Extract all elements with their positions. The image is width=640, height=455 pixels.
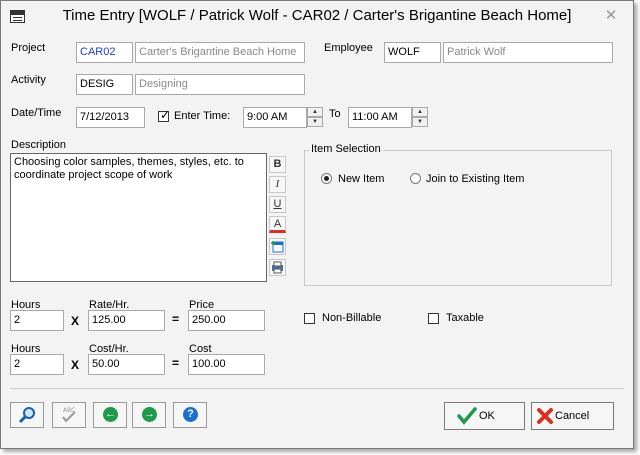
date-field[interactable]: 7/12/2013	[76, 107, 145, 128]
cost-hr-field[interactable]: 50.00	[88, 354, 165, 375]
join-existing-radio[interactable]	[410, 173, 421, 184]
end-time-spinner[interactable]: ▲ ▼	[412, 107, 428, 128]
taxable-checkbox[interactable]	[428, 313, 439, 324]
join-existing-label: Join to Existing Item	[426, 173, 525, 185]
next-button[interactable]: →	[132, 402, 166, 428]
start-time-spinner[interactable]: ▲ ▼	[307, 107, 323, 128]
time-entry-window: Time Entry [WOLF / Patrick Wolf - CAR02 …	[0, 0, 634, 449]
project-code-field[interactable]: CAR02	[76, 42, 133, 63]
new-item-label: New Item	[338, 173, 385, 185]
calendar-add-icon	[271, 241, 284, 253]
taxable-label: Taxable	[446, 312, 484, 324]
previous-button[interactable]: ←	[93, 402, 127, 428]
employee-label: Employee	[324, 42, 373, 54]
activity-label: Activity	[11, 74, 46, 86]
cost-hours-field[interactable]: 2	[10, 354, 64, 375]
enter-time-label: Enter Time:	[174, 110, 231, 122]
italic-button[interactable]: I	[269, 176, 286, 193]
spell-check-icon: ABC	[62, 407, 76, 423]
spin-down-icon[interactable]: ▼	[307, 117, 323, 127]
spin-down-icon[interactable]: ▼	[412, 117, 428, 127]
description-label: Description	[11, 139, 67, 151]
new-item-radio[interactable]	[321, 173, 332, 184]
employee-code-field[interactable]: WOLF	[384, 42, 441, 63]
datetime-label: Date/Time	[11, 107, 62, 119]
equals-sign: =	[172, 356, 180, 370]
insert-date-button[interactable]	[269, 238, 286, 255]
arrow-right-icon: →	[142, 407, 157, 422]
to-label: To	[329, 108, 341, 120]
magnifier-icon	[18, 407, 35, 424]
hours-field[interactable]: 2	[10, 310, 64, 331]
help-button[interactable]: ?	[173, 402, 207, 428]
item-selection-label: Item Selection	[309, 143, 383, 155]
footer-separator	[10, 388, 624, 389]
ok-label: OK	[479, 410, 495, 422]
multiply-sign: X	[71, 314, 80, 328]
description-textarea[interactable]: Choosing color samples, themes, styles, …	[10, 153, 267, 282]
rate-field[interactable]: 125.00	[88, 310, 165, 331]
arrow-left-icon: ←	[103, 407, 118, 422]
help-icon: ?	[183, 407, 198, 422]
project-label: Project	[11, 42, 46, 54]
font-color-button[interactable]: A	[269, 216, 286, 233]
activity-name-field: Designing	[135, 74, 305, 95]
checkmark-icon: ✓	[160, 108, 171, 122]
checkmark-icon	[457, 407, 477, 425]
bold-button[interactable]: B	[269, 156, 286, 173]
spin-up-icon[interactable]: ▲	[307, 107, 323, 117]
multiply-sign: X	[71, 358, 80, 372]
non-billable-label: Non-Billable	[322, 312, 382, 324]
spin-up-icon[interactable]: ▲	[412, 107, 428, 117]
cancel-x-icon	[537, 408, 553, 424]
non-billable-checkbox[interactable]	[304, 313, 315, 324]
employee-name-field: Patrick Wolf	[443, 42, 613, 63]
ok-button[interactable]: OK	[444, 402, 525, 430]
lookup-button[interactable]	[10, 402, 44, 428]
spell-check-button[interactable]: ABC	[52, 402, 86, 428]
title-bar: Time Entry [WOLF / Patrick Wolf - CAR02 …	[1, 1, 633, 34]
cost-field[interactable]: 100.00	[188, 354, 265, 375]
project-name-field: Carter's Brigantine Beach Home	[135, 42, 305, 63]
price-field[interactable]: 250.00	[188, 310, 265, 331]
enter-time-checkbox[interactable]: ✓	[158, 108, 171, 122]
print-button[interactable]	[269, 259, 286, 276]
end-time-field[interactable]: 11:00 AM	[348, 107, 412, 128]
start-time-field[interactable]: 9:00 AM	[243, 107, 307, 128]
close-icon[interactable]: ✕	[603, 8, 619, 24]
underline-button[interactable]: U	[269, 196, 286, 213]
item-selection-group	[304, 150, 612, 286]
cancel-label: Cancel	[555, 410, 590, 422]
equals-sign: =	[172, 312, 180, 326]
window-title: Time Entry [WOLF / Patrick Wolf - CAR02 …	[62, 7, 572, 24]
printer-icon	[272, 261, 283, 274]
cancel-button[interactable]: Cancel	[531, 402, 614, 430]
activity-code-field[interactable]: DESIG	[76, 74, 133, 95]
